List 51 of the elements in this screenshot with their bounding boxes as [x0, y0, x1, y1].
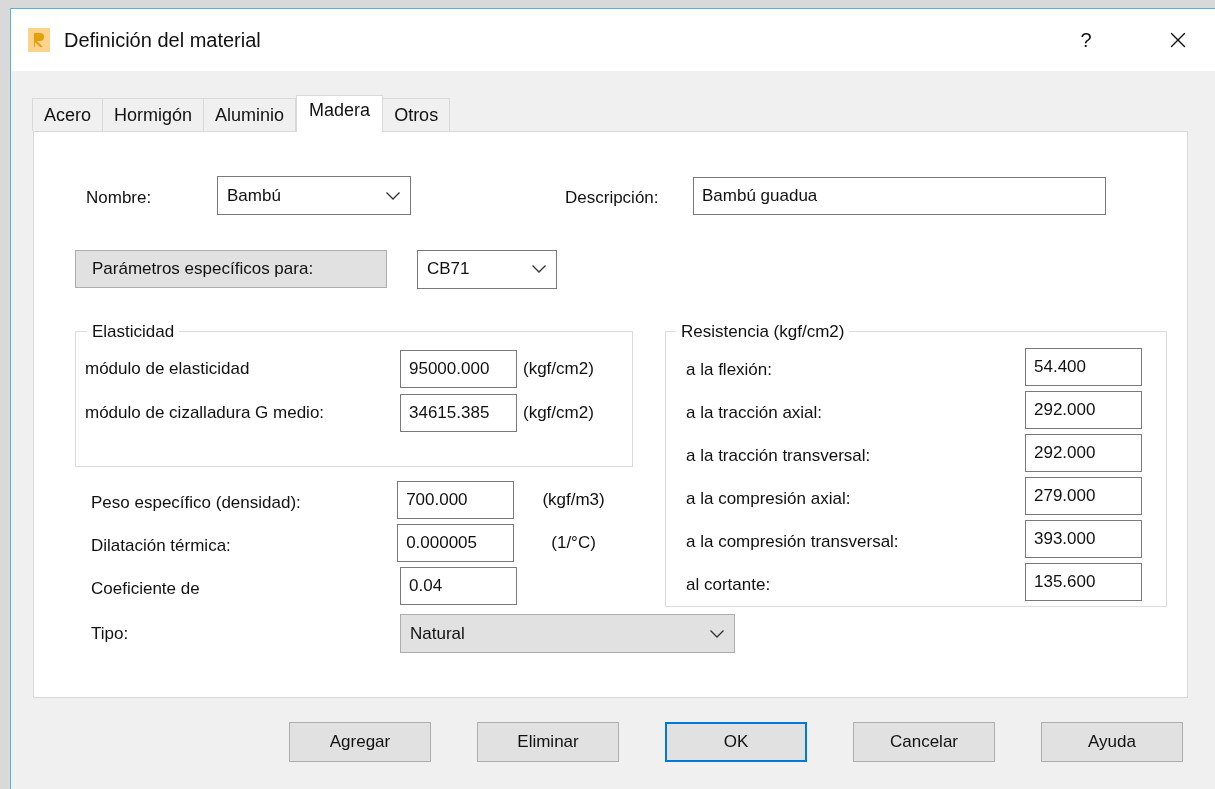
field-label: a la compresión axial: — [686, 487, 851, 510]
unit-label: (kgf/cm2) — [523, 401, 594, 424]
field-label: Peso específico (densidad): — [91, 492, 302, 515]
group-title: Resistencia (kgf/cm2) — [680, 321, 846, 343]
app-logo-icon — [28, 28, 50, 52]
field-label: a la tracción axial: — [686, 401, 823, 424]
text-field[interactable]: 95000.000 — [400, 349, 517, 388]
tab[interactable]: Acero — [32, 98, 104, 131]
help-button[interactable]: ? — [1066, 25, 1106, 55]
field-label: Descripción: — [565, 186, 660, 209]
dropdown[interactable]: Natural — [400, 614, 735, 653]
field-label: Tipo: — [91, 622, 130, 645]
text-field[interactable]: 700.000 — [397, 481, 515, 519]
field-label: Dilatación térmica: — [91, 535, 232, 558]
field-label: al cortante: — [686, 573, 771, 596]
text-field[interactable]: 292.000 — [1025, 433, 1142, 472]
text-field[interactable]: 292.000 — [1025, 390, 1142, 429]
text-field[interactable]: 34615.385 — [400, 393, 517, 432]
unit-label: (1/°C) — [550, 532, 597, 555]
text-field[interactable]: 0.04 — [400, 567, 517, 605]
chevron-down-icon — [710, 629, 724, 638]
unit-label: (kgf/m3) — [541, 489, 606, 512]
dropdown[interactable]: CB71 — [417, 249, 557, 289]
field-label: a la compresión transversal: — [686, 530, 899, 553]
text-field[interactable]: 54.400 — [1025, 347, 1142, 386]
field-label: a la flexión: — [686, 358, 772, 381]
tab[interactable]: Madera — [296, 95, 384, 132]
chevron-down-icon — [532, 265, 546, 273]
tab[interactable]: Aluminio — [203, 98, 297, 131]
dropdown[interactable]: Bambú — [217, 176, 411, 215]
dialog-button[interactable]: Cancelar — [853, 722, 995, 762]
unit-label: (kgf/cm2) — [523, 357, 594, 380]
dialog-button[interactable]: Eliminar — [477, 722, 619, 762]
window-title: Definición del material — [64, 28, 261, 53]
field-label: Coeficiente de — [91, 578, 201, 601]
text-field[interactable]: Bambú guadua — [693, 176, 1106, 215]
field-label: a la tracción transversal: — [686, 444, 871, 467]
field-label: Nombre: — [85, 186, 153, 209]
parameters-button[interactable]: Parámetros específicos para: — [75, 250, 387, 288]
dialog-button[interactable]: OK — [665, 722, 807, 762]
text-field[interactable]: 135.600 — [1025, 562, 1142, 601]
field-label: módulo de cizalladura G medio: — [85, 401, 326, 424]
tab[interactable]: Otros — [382, 98, 451, 131]
dialog-button[interactable]: Ayuda — [1041, 722, 1183, 762]
text-field[interactable]: 0.000005 — [397, 524, 515, 562]
field-label: módulo de elasticidad — [85, 357, 251, 380]
chevron-down-icon — [386, 191, 400, 200]
dialog-button[interactable]: Agregar — [289, 722, 431, 762]
text-field[interactable]: 393.000 — [1025, 519, 1142, 558]
group-title: Elasticidad — [91, 321, 176, 343]
text-field[interactable]: 279.000 — [1025, 476, 1142, 515]
